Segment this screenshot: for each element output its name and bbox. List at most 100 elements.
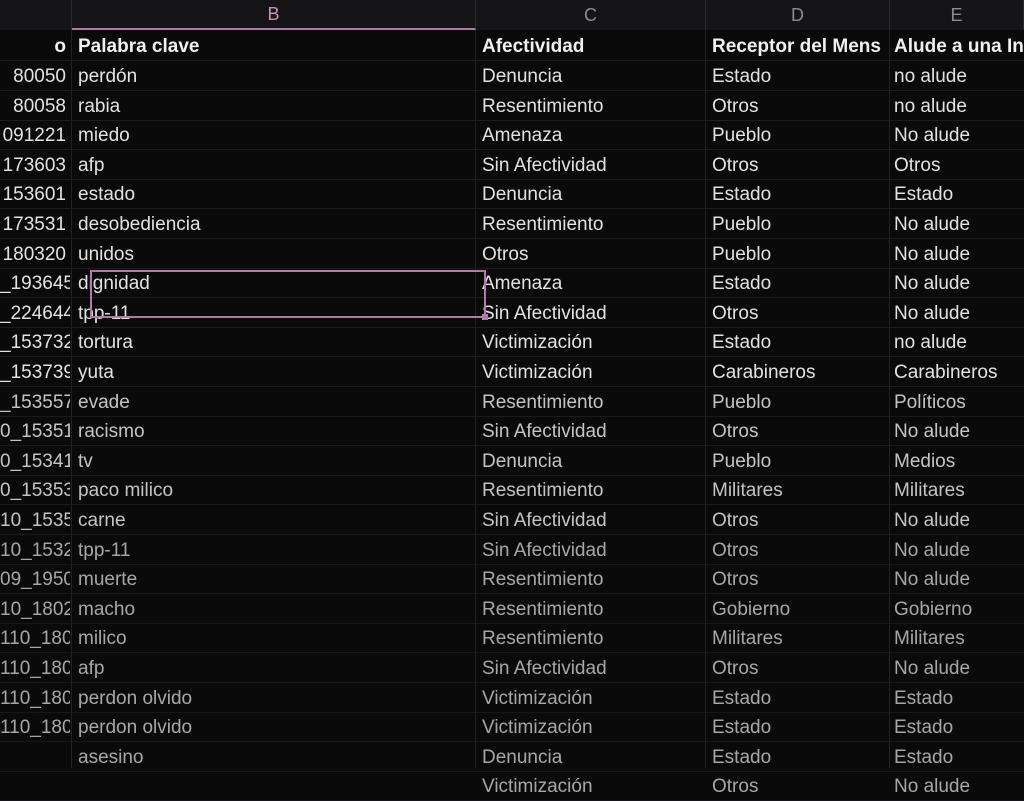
table-cell-c[interactable]: Resentimiento <box>476 595 702 624</box>
table-cell-c[interactable]: Denuncia <box>476 180 702 209</box>
selected-cell-outline[interactable] <box>90 270 488 320</box>
table-cell-e[interactable]: Otros <box>890 151 1024 180</box>
table-cell-d[interactable]: Pueblo <box>706 210 888 239</box>
table-cell-c[interactable]: Denuncia <box>476 743 702 772</box>
header-cell-id[interactable]: o <box>0 32 70 61</box>
fill-handle[interactable] <box>482 314 488 320</box>
table-cell-e[interactable]: Gobierno <box>890 595 1024 624</box>
table-cell-a[interactable]: _153739 <box>0 358 70 387</box>
table-cell-a[interactable]: 110_180256 <box>0 654 70 683</box>
table-cell-c[interactable]: Victimización <box>476 713 702 742</box>
table-cell-b[interactable]: perdon olvido <box>72 684 472 713</box>
table-cell-c[interactable]: Sin Afectividad <box>476 417 702 446</box>
table-cell-c[interactable]: Resentimiento <box>476 565 702 594</box>
table-cell-c[interactable]: Sin Afectividad <box>476 536 702 565</box>
table-cell-c[interactable]: Resentimiento <box>476 210 702 239</box>
header-cell-alude[interactable]: Alude a una Ins <box>890 32 1024 61</box>
table-cell-e[interactable]: Militares <box>890 624 1024 653</box>
table-cell-e[interactable]: No alude <box>890 417 1024 446</box>
table-cell-e[interactable]: Estado <box>890 684 1024 713</box>
table-cell-a[interactable]: 09_195045 <box>0 565 70 594</box>
table-cell-c[interactable]: Sin Afectividad <box>476 151 702 180</box>
table-cell-b[interactable]: unidos <box>72 240 472 269</box>
table-cell-d[interactable]: Otros <box>706 506 888 535</box>
table-cell-d[interactable]: Militares <box>706 476 888 505</box>
table-cell-e[interactable]: no alude <box>890 92 1024 121</box>
table-cell-c[interactable]: Amenaza <box>476 121 702 150</box>
table-cell-b[interactable]: carne <box>72 506 472 535</box>
table-cell-a[interactable]: 0_153510 <box>0 417 70 446</box>
table-cell-d[interactable]: Otros <box>706 417 888 446</box>
table-cell-a[interactable]: 80050 <box>0 62 70 91</box>
table-cell-e[interactable]: Políticos <box>890 388 1024 417</box>
table-cell-a[interactable]: 0_153416 <box>0 447 70 476</box>
table-cell-c[interactable]: Victimización <box>476 358 702 387</box>
table-cell-a[interactable]: 0_153533 <box>0 476 70 505</box>
table-cell-e[interactable]: Estado <box>890 180 1024 209</box>
table-cell-c[interactable]: Denuncia <box>476 62 702 91</box>
table-cell-e[interactable]: No alude <box>890 269 1024 298</box>
table-cell-b[interactable]: paco milico <box>72 476 472 505</box>
table-cell-e[interactable]: No alude <box>890 506 1024 535</box>
table-cell-a[interactable]: 153601 <box>0 180 70 209</box>
table-cell-d[interactable]: Estado <box>706 743 888 772</box>
table-cell-d[interactable]: Pueblo <box>706 388 888 417</box>
table-cell-d[interactable]: Otros <box>706 772 888 801</box>
table-cell-c[interactable]: Sin Afectividad <box>476 299 702 328</box>
table-cell-c[interactable]: Resentimiento <box>476 92 702 121</box>
table-cell-e[interactable]: Militares <box>890 476 1024 505</box>
table-cell-c[interactable]: Resentimiento <box>476 624 702 653</box>
table-cell-a[interactable]: _153557 <box>0 388 70 417</box>
column-header-d[interactable]: D <box>706 0 890 30</box>
table-cell-c[interactable]: Victimización <box>476 772 702 801</box>
table-cell-a[interactable]: 10_180234 <box>0 595 70 624</box>
table-cell-a[interactable]: 180320 <box>0 240 70 269</box>
table-cell-d[interactable]: Militares <box>706 624 888 653</box>
table-cell-d[interactable]: Pueblo <box>706 240 888 269</box>
table-cell-b[interactable]: tortura <box>72 328 472 357</box>
table-cell-b[interactable] <box>72 772 472 801</box>
table-cell-d[interactable]: Estado <box>706 713 888 742</box>
table-cell-d[interactable]: Otros <box>706 536 888 565</box>
table-cell-e[interactable]: No alude <box>890 565 1024 594</box>
table-cell-c[interactable]: Resentimiento <box>476 388 702 417</box>
table-cell-a[interactable]: _193645 <box>0 269 70 298</box>
table-cell-d[interactable]: Gobierno <box>706 595 888 624</box>
table-cell-a[interactable]: 173603 <box>0 151 70 180</box>
table-cell-b[interactable]: macho <box>72 595 472 624</box>
table-cell-a[interactable]: 110_180107 <box>0 624 70 653</box>
table-cell-d[interactable]: Otros <box>706 565 888 594</box>
table-cell-c[interactable]: Resentimiento <box>476 476 702 505</box>
table-cell-e[interactable]: Medios <box>890 447 1024 476</box>
table-cell-b[interactable]: tv <box>72 447 472 476</box>
table-cell-b[interactable]: rabia <box>72 92 472 121</box>
table-cell-b[interactable]: evade <box>72 388 472 417</box>
table-cell-e[interactable]: No alude <box>890 772 1024 801</box>
table-cell-e[interactable]: No alude <box>890 299 1024 328</box>
table-cell-d[interactable]: Otros <box>706 299 888 328</box>
table-cell-b[interactable]: tpp-11 <box>72 536 472 565</box>
table-cell-d[interactable]: Pueblo <box>706 447 888 476</box>
header-cell-palabra-clave[interactable]: Palabra clave <box>72 32 472 61</box>
table-cell-c[interactable]: Victimización <box>476 328 702 357</box>
table-cell-a[interactable]: 173531 <box>0 210 70 239</box>
table-cell-a[interactable] <box>0 772 70 801</box>
table-cell-e[interactable]: No alude <box>890 654 1024 683</box>
column-header-e[interactable]: E <box>890 0 1024 30</box>
table-cell-c[interactable]: Sin Afectividad <box>476 506 702 535</box>
table-cell-d[interactable]: Estado <box>706 328 888 357</box>
table-cell-e[interactable]: Carabineros <box>890 358 1024 387</box>
column-header-c[interactable]: C <box>476 0 706 30</box>
table-cell-b[interactable]: miedo <box>72 121 472 150</box>
table-cell-b[interactable]: yuta <box>72 358 472 387</box>
header-cell-afectividad[interactable]: Afectividad <box>476 32 702 61</box>
table-cell-d[interactable]: Estado <box>706 269 888 298</box>
table-cell-b[interactable]: afp <box>72 654 472 683</box>
table-cell-b[interactable]: perdon olvido <box>72 713 472 742</box>
table-cell-a[interactable]: 110_180042 <box>0 713 70 742</box>
table-cell-d[interactable]: Otros <box>706 92 888 121</box>
table-cell-e[interactable]: no alude <box>890 62 1024 91</box>
table-cell-e[interactable]: No alude <box>890 121 1024 150</box>
table-cell-b[interactable]: racismo <box>72 417 472 446</box>
table-cell-e[interactable]: No alude <box>890 210 1024 239</box>
